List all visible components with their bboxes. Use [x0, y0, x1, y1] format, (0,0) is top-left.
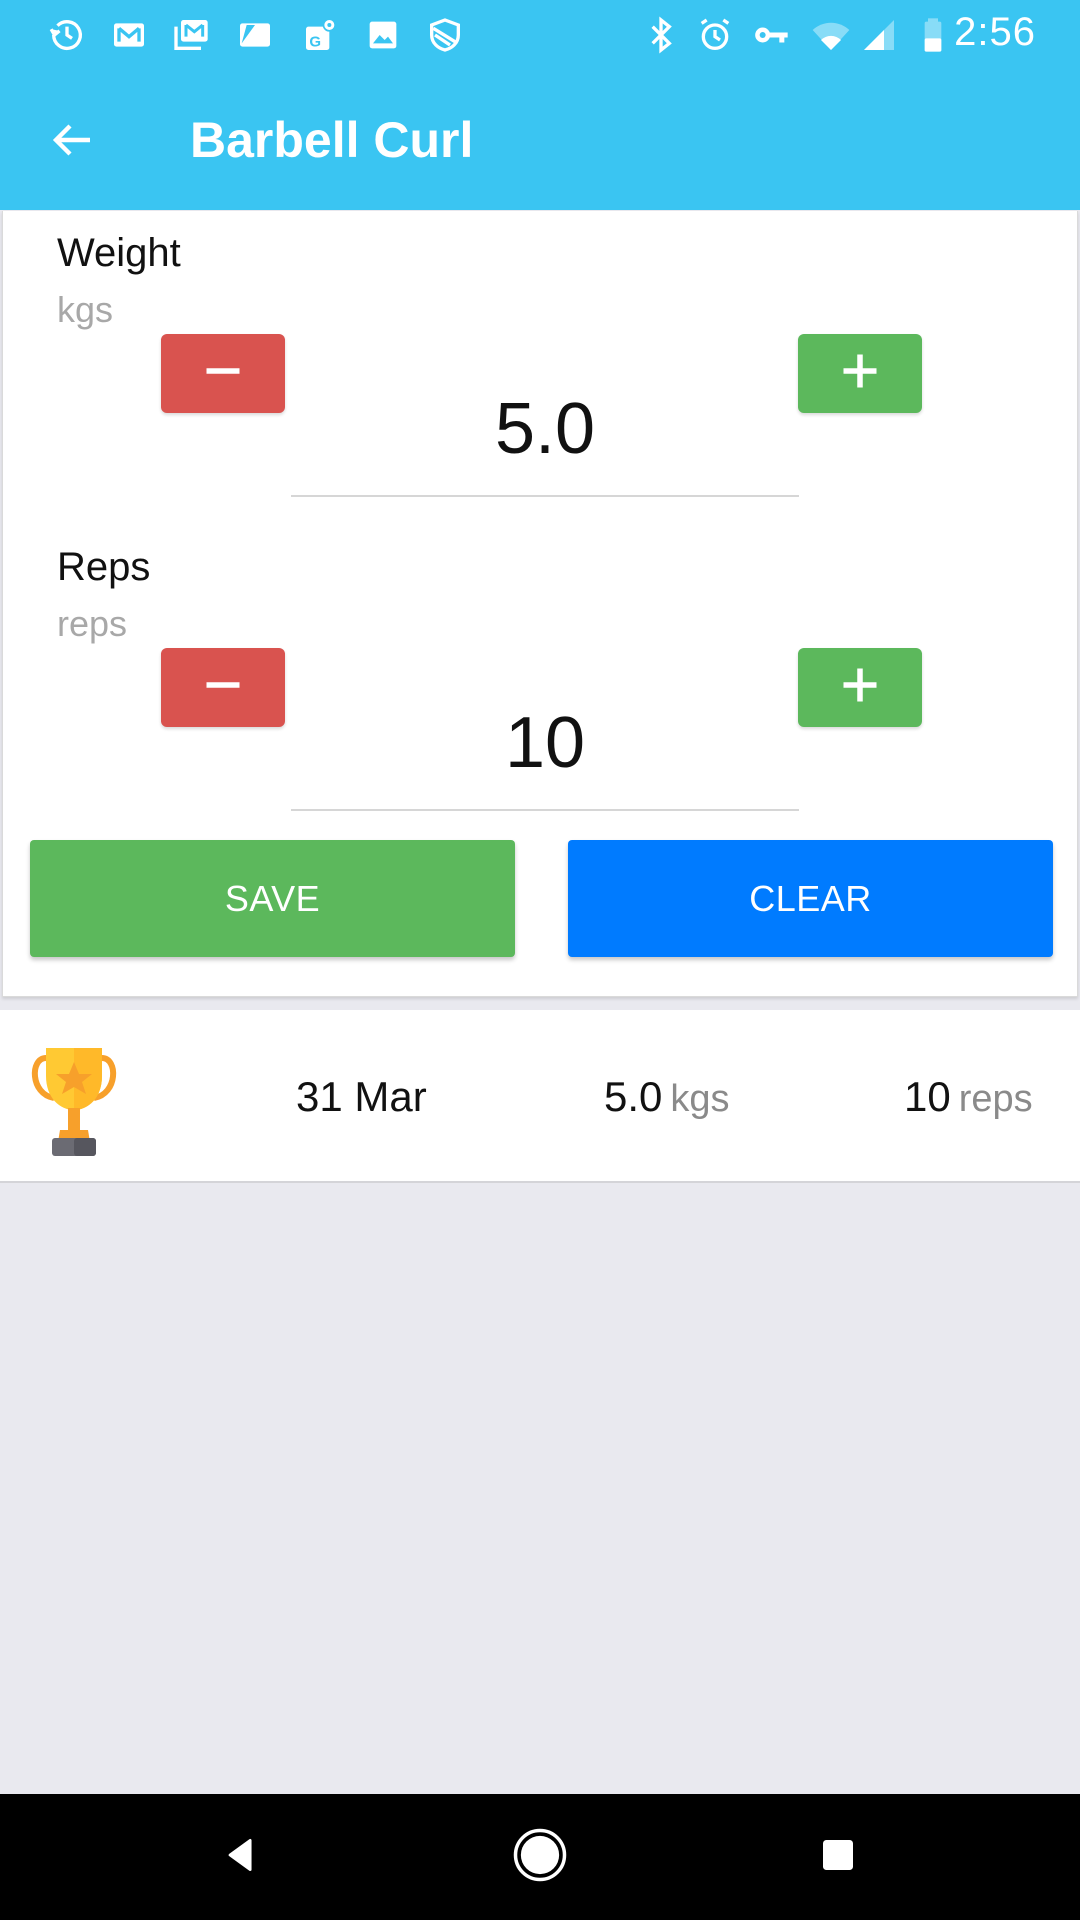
history-date: 31 Mar	[296, 1073, 427, 1120]
history-icon	[46, 14, 88, 56]
shield-icon	[424, 14, 466, 56]
weight-label: Weight	[57, 231, 181, 275]
status-bar: G 2:56	[0, 0, 1080, 70]
nav-home-button[interactable]	[505, 1822, 575, 1892]
image-icon	[362, 14, 404, 56]
battery-icon	[912, 14, 954, 56]
plus-icon	[838, 663, 882, 712]
reps-decrement-button[interactable]	[161, 648, 285, 727]
system-nav-bar	[0, 1794, 1080, 1920]
reps-field: Reps reps	[3, 525, 1077, 839]
maps-icon: G	[300, 14, 342, 56]
minus-icon	[201, 663, 245, 712]
history-reps: 10 reps	[904, 1073, 1033, 1121]
history-weight-value: 5.0	[604, 1073, 663, 1120]
sheet-icon	[234, 14, 276, 56]
reps-unit: reps	[57, 603, 128, 644]
clear-button[interactable]: CLEAR	[568, 840, 1053, 957]
weight-unit: kgs	[57, 289, 114, 330]
weight-decrement-button[interactable]	[161, 334, 285, 413]
weight-increment-button[interactable]	[798, 334, 922, 413]
weight-field: Weight kgs	[3, 211, 1077, 525]
history-weight-unit: kgs	[670, 1078, 730, 1120]
page-title: Barbell Curl	[190, 112, 474, 168]
trophy-icon	[26, 1046, 122, 1156]
arrow-back-icon	[48, 116, 96, 169]
minus-icon	[201, 349, 245, 398]
gmail-icon	[108, 14, 150, 56]
bluetooth-icon	[640, 14, 682, 56]
nav-recents-button[interactable]	[803, 1822, 873, 1892]
reps-input[interactable]	[291, 685, 799, 811]
home-circle-icon	[512, 1827, 568, 1888]
nav-back-button[interactable]	[206, 1822, 276, 1892]
history-reps-value: 10	[904, 1073, 951, 1120]
vpn-key-icon	[750, 14, 792, 56]
gmail-multiple-icon	[170, 14, 212, 56]
app-bar: Barbell Curl	[0, 70, 1080, 210]
alarm-icon	[694, 14, 736, 56]
reps-increment-button[interactable]	[798, 648, 922, 727]
svg-text:G: G	[309, 34, 321, 51]
weight-input[interactable]	[291, 371, 799, 497]
wifi-icon	[810, 14, 852, 56]
plus-icon	[838, 349, 882, 398]
back-button[interactable]	[40, 110, 104, 174]
save-button[interactable]: SAVE	[30, 840, 515, 957]
history-row[interactable]: 31 Mar 5.0 kgs 10 reps	[0, 1010, 1080, 1183]
status-time: 2:56	[954, 10, 1036, 54]
back-triangle-icon	[219, 1833, 263, 1882]
history-weight: 5.0 kgs	[604, 1073, 730, 1121]
history-reps-unit: reps	[958, 1078, 1033, 1120]
recents-square-icon	[818, 1835, 858, 1880]
signal-icon	[858, 14, 900, 56]
exercise-entry-card: Weight kgs Reps reps SAVE CL	[2, 211, 1078, 997]
reps-label: Reps	[57, 545, 151, 589]
